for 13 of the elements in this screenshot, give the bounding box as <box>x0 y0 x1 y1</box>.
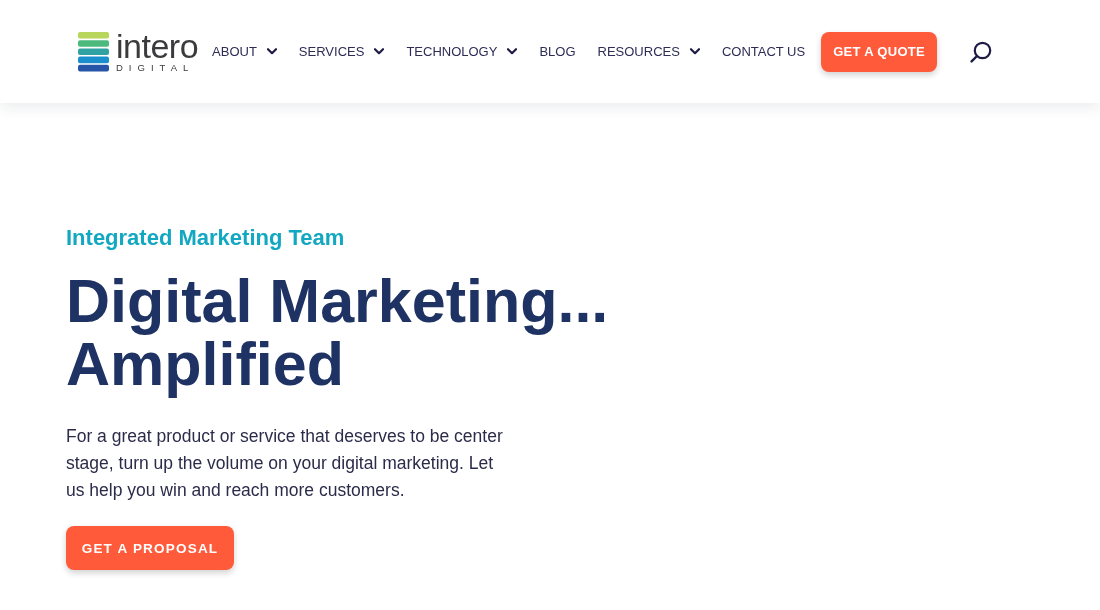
nav-link[interactable]: ABOUT <box>212 44 277 59</box>
hero-eyebrow: Integrated Marketing Team <box>66 224 345 252</box>
hero-headline: Digital Marketing... Amplified <box>66 270 610 396</box>
logo-tagline: DIGITAL <box>116 61 196 73</box>
logo-wordmark: intero <box>116 30 199 61</box>
nav-link[interactable]: TECHNOLOGY <box>406 44 518 59</box>
nav-link[interactable]: BLOG <box>539 44 576 59</box>
nav-link[interactable]: CONTACT US <box>721 44 806 59</box>
striped-logo-icon <box>78 31 109 72</box>
nav-link[interactable]: SERVICES <box>298 44 385 59</box>
nav-link[interactable]: RESOURCES <box>597 44 700 59</box>
hero-paragraph: For a great product or service that deserves to be center stage, turn up the volume on your digital marketing. Let us help you win and reach more customers. <box>66 425 504 502</box>
search-icon[interactable] <box>970 40 993 63</box>
